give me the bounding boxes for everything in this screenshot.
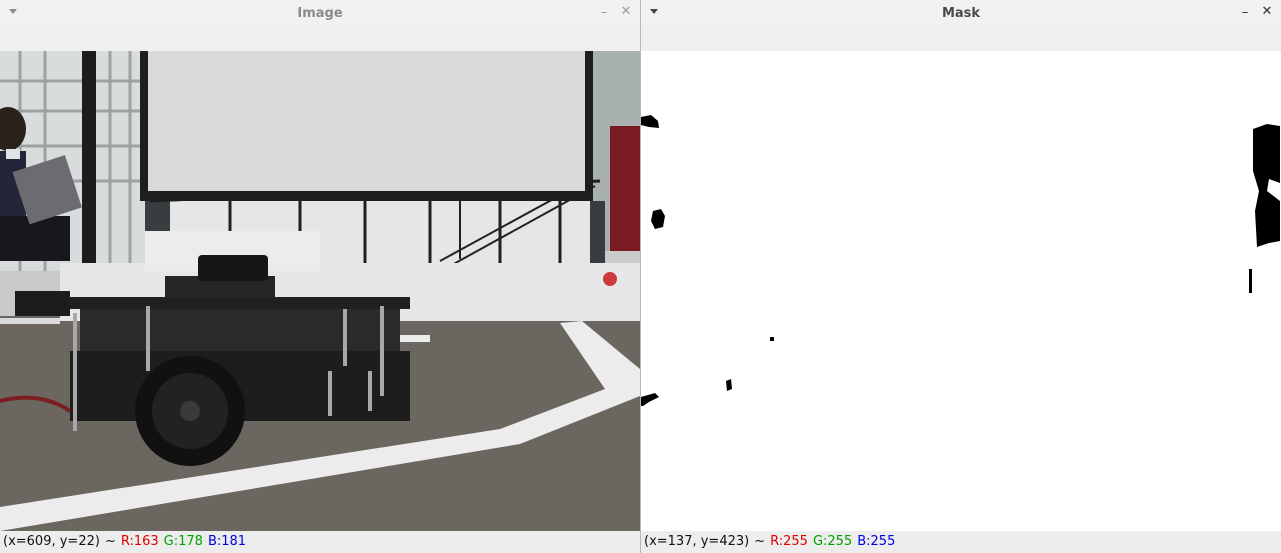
mask-window-title: Mask xyxy=(941,6,981,21)
camera-scene xyxy=(0,51,640,531)
mask-window-toolbar xyxy=(641,27,1281,51)
camera-image[interactable] xyxy=(0,51,640,531)
mask-background xyxy=(641,51,1281,531)
lane-dash xyxy=(400,335,430,342)
image-window-status-bar: (x=609, y=22) ~ R:163 G:178 B:181 xyxy=(0,531,640,553)
mask-blob xyxy=(726,379,732,391)
mask-blob xyxy=(1249,269,1252,293)
red-wall xyxy=(610,126,640,251)
minimize-icon[interactable]: – xyxy=(598,6,610,20)
status-separator: ~ xyxy=(104,534,116,549)
green-value: G:255 xyxy=(812,534,853,549)
minimize-icon[interactable]: – xyxy=(1239,6,1251,20)
black-pillar xyxy=(82,51,96,271)
mask-window-status-bar: (x=137, y=423) ~ R:255 G:255 B:255 xyxy=(641,531,1281,553)
mask-blobs xyxy=(641,51,1281,531)
mask-image[interactable] xyxy=(641,51,1281,531)
image-window: Image – ✕ (x=609, y=22) ~ R:163 G:178 B:… xyxy=(0,0,640,553)
image-window-title: Image xyxy=(297,6,343,21)
status-separator: ~ xyxy=(754,534,766,549)
mask-blob xyxy=(770,337,774,341)
close-icon[interactable]: ✕ xyxy=(1261,5,1273,19)
green-value: G:178 xyxy=(163,534,203,549)
stop-sign xyxy=(603,272,617,286)
blue-value: B:255 xyxy=(857,534,896,549)
red-value: R:255 xyxy=(770,534,808,549)
mask-window: Mask – ✕ (x=137, y=423) ~ R:255 G:255 B:255 xyxy=(641,0,1281,553)
projection-screen xyxy=(148,51,585,191)
blue-value: B:181 xyxy=(207,534,247,549)
cursor-coords: (x=609, y=22) xyxy=(3,534,100,549)
small-robot xyxy=(15,291,70,316)
mask-window-titlebar[interactable]: Mask – ✕ xyxy=(641,0,1281,27)
image-window-titlebar[interactable]: Image – ✕ xyxy=(0,0,640,27)
red-value: R:163 xyxy=(120,534,159,549)
close-icon[interactable]: ✕ xyxy=(620,5,632,19)
lane-line-left xyxy=(0,318,60,324)
image-window-toolbar xyxy=(0,27,640,51)
cursor-coords: (x=137, y=423) xyxy=(644,534,750,549)
